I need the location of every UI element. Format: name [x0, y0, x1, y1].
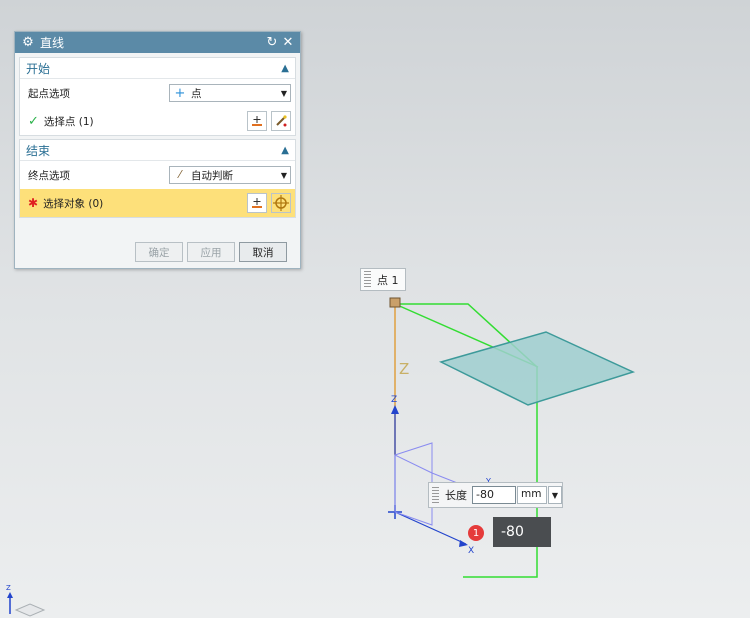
end-section: 结束 ▲ 终点选项 ⁄ 自动判断 ▼ ✱ 选择对象 (0): [19, 139, 296, 218]
end-option-value: 自动判断: [191, 169, 233, 182]
corner-axis-label-z: Z: [6, 584, 11, 592]
start-section-title: 开始: [26, 61, 51, 76]
axis-label-z-small: Z: [391, 395, 397, 405]
point-cross-icon: +: [174, 85, 186, 101]
end-point-dialog-button[interactable]: [247, 193, 267, 213]
grip-handle[interactable]: [432, 486, 439, 504]
grip-handle[interactable]: [364, 271, 371, 288]
length-input[interactable]: -80: [472, 486, 516, 504]
length-unit-select[interactable]: mm: [517, 486, 547, 504]
end-select-label: 选择对象 (0): [43, 197, 104, 210]
triad-x-arrow: [459, 540, 468, 547]
chevron-up-icon[interactable]: ▲: [281, 63, 289, 74]
axis-label-z-big: Z: [399, 360, 409, 378]
point-constructor-icon: [252, 116, 262, 126]
corner-z-arrow: [7, 592, 13, 598]
start-option-value: 点: [191, 87, 202, 100]
inferred-point-button[interactable]: [271, 111, 291, 131]
close-icon[interactable]: ✕: [280, 35, 296, 50]
wand-icon: [276, 115, 287, 127]
datum-plane[interactable]: [438, 331, 636, 406]
start-option-label: 起点选项: [28, 87, 70, 100]
step-badge: 1: [468, 525, 484, 541]
start-select-label: 选择点 (1): [43, 115, 94, 128]
end-option-label: 终点选项: [28, 169, 70, 182]
start-option-select[interactable]: + 点 ▼: [169, 84, 291, 102]
dialog-footer: 确定 应用 取消: [15, 242, 300, 262]
chevron-down-icon: ▼: [280, 170, 287, 180]
start-section-header[interactable]: 开始 ▲: [20, 58, 295, 79]
end-option-select[interactable]: ⁄ 自动判断 ▼: [169, 166, 291, 184]
value-tooltip: -80: [493, 517, 551, 547]
start-select-row[interactable]: ✓ 选择点 (1): [20, 107, 295, 135]
end-select-row[interactable]: ✱ 选择对象 (0): [20, 189, 295, 217]
point-dialog-button[interactable]: [247, 111, 267, 131]
point-tag-label: 点 1: [377, 273, 399, 287]
end-section-title: 结束: [26, 143, 51, 158]
check-icon: ✓: [28, 113, 39, 129]
dialog-title-bar[interactable]: ⚙ 直线 ↻ ✕: [15, 32, 300, 53]
end-section-header[interactable]: 结束 ▲: [20, 140, 295, 161]
ok-button[interactable]: 确定: [135, 242, 183, 262]
apply-button[interactable]: 应用: [187, 242, 235, 262]
length-label: 长度: [445, 489, 467, 502]
reset-icon[interactable]: ↻: [264, 35, 280, 50]
crosshair-icon: [273, 195, 289, 211]
gear-icon[interactable]: ⚙: [21, 35, 35, 50]
target-button[interactable]: [271, 193, 291, 213]
triad-x-line: [394, 511, 467, 545]
cancel-button[interactable]: 取消: [239, 242, 287, 262]
chevron-up-icon[interactable]: ▲: [281, 145, 289, 156]
chevron-down-icon[interactable]: ▼: [548, 486, 562, 504]
inferred-icon: ⁄: [179, 169, 181, 181]
point-tag[interactable]: 点 1: [360, 268, 406, 291]
line-dialog: ⚙ 直线 ↻ ✕ 开始 ▲ 起点选项 + 点 ▼ ✓ 选择点 (1) 结束 ▲ …: [14, 31, 301, 269]
length-input-box: 长度 -80 mm ▼: [428, 482, 563, 508]
chevron-down-icon: ▼: [280, 88, 287, 98]
origin-handle[interactable]: [389, 297, 401, 308]
triad-z-arrow: [391, 405, 399, 414]
dialog-title: 直线: [40, 36, 65, 50]
corner-cube: [14, 603, 46, 617]
axis-label-x: X: [468, 546, 474, 556]
start-option-row: 起点选项 + 点 ▼: [20, 79, 295, 107]
point-constructor-icon: [252, 198, 262, 208]
end-option-row: 终点选项 ⁄ 自动判断 ▼: [20, 161, 295, 189]
start-section: 开始 ▲ 起点选项 + 点 ▼ ✓ 选择点 (1): [19, 57, 296, 136]
required-asterisk-icon: ✱: [28, 196, 39, 210]
